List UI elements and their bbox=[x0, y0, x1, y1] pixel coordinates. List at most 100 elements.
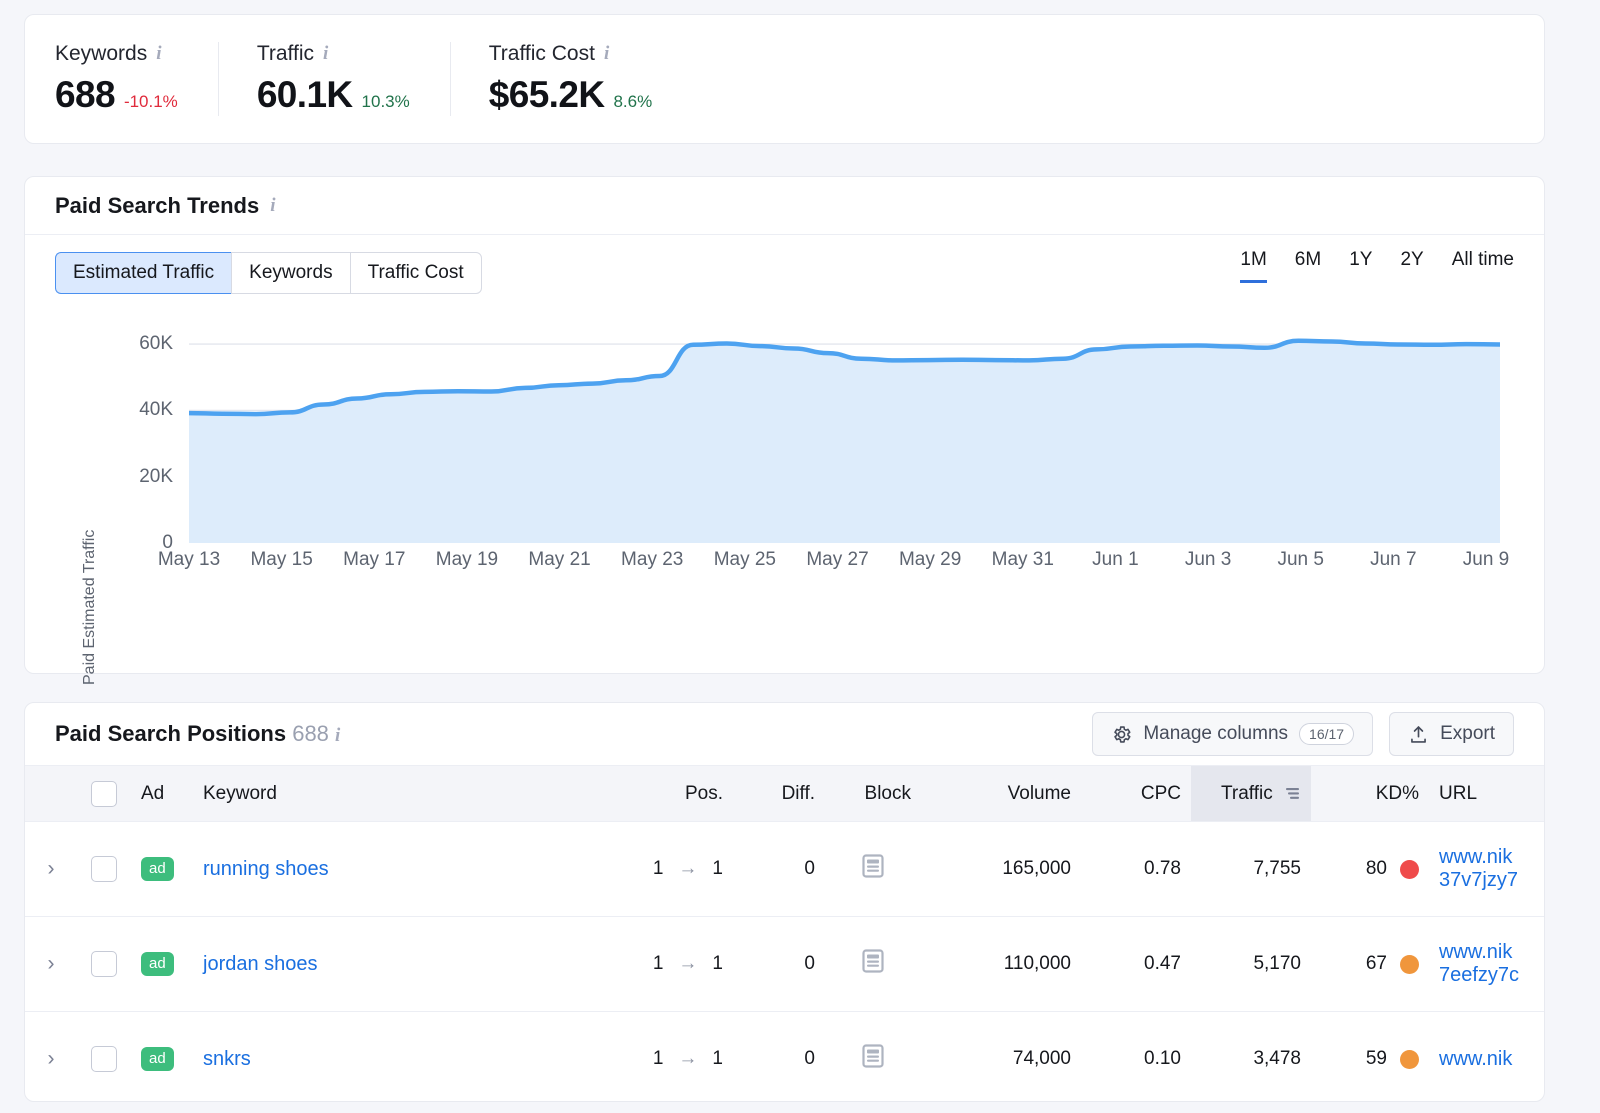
x-tick-label: May 19 bbox=[436, 549, 498, 571]
keyword-link[interactable]: snkrs bbox=[203, 1048, 251, 1070]
row-checkbox[interactable] bbox=[91, 1046, 117, 1072]
table-header: Ad Keyword Pos. Diff. Block Volume CPC T… bbox=[25, 766, 1545, 822]
row-cpc-cell: 0.78 bbox=[1081, 822, 1191, 917]
row-block-cell[interactable] bbox=[825, 822, 921, 917]
select-all-checkbox[interactable] bbox=[91, 781, 117, 807]
range-1m[interactable]: 1M bbox=[1240, 249, 1266, 283]
x-axis-ticks: May 13May 15May 17May 19May 21May 23May … bbox=[115, 549, 1532, 579]
th-volume[interactable]: Volume bbox=[921, 766, 1081, 822]
paid-search-positions-card: Paid Search Positions 688 i Manage colum… bbox=[24, 702, 1545, 1102]
kd-value: 80 bbox=[1366, 858, 1387, 880]
url-link-continued[interactable]: 7eefzy7c bbox=[1439, 964, 1539, 987]
sort-descending-icon bbox=[1284, 787, 1301, 800]
url-link[interactable]: www.nik bbox=[1439, 941, 1539, 964]
ad-copy-icon[interactable] bbox=[860, 948, 886, 974]
range-all-time[interactable]: All time bbox=[1452, 249, 1514, 283]
th-diff[interactable]: Diff. bbox=[733, 766, 825, 822]
row-volume-cell: 74,000 bbox=[921, 1012, 1081, 1103]
y-axis-ticks: 020K40K60K bbox=[103, 311, 173, 671]
ad-copy-icon[interactable] bbox=[860, 1043, 886, 1069]
row-keyword-cell: running shoes bbox=[193, 822, 613, 917]
row-traffic-cell: 3,478 bbox=[1191, 1012, 1311, 1103]
row-checkbox[interactable] bbox=[91, 951, 117, 977]
row-select-cell[interactable] bbox=[77, 917, 131, 1012]
chevron-right-icon[interactable]: › bbox=[48, 1048, 55, 1069]
kd-value-wrap: 80 bbox=[1321, 858, 1419, 880]
manage-columns-button[interactable]: Manage columns 16/17 bbox=[1092, 712, 1373, 756]
position-to: 1 bbox=[712, 953, 723, 975]
kd-value: 67 bbox=[1366, 953, 1387, 975]
segment-estimated-traffic[interactable]: Estimated Traffic bbox=[55, 252, 231, 294]
th-ad[interactable]: Ad bbox=[131, 766, 193, 822]
metric-traffic-label-row: Traffic i bbox=[257, 42, 410, 66]
position-to: 1 bbox=[712, 858, 723, 880]
url-link[interactable]: www.nik bbox=[1439, 846, 1539, 869]
arrow-right-icon: → bbox=[678, 953, 697, 975]
info-icon[interactable]: i bbox=[604, 43, 609, 65]
metric-keywords: Keywords i 688 -10.1% bbox=[55, 42, 218, 116]
url-link[interactable]: www.nik bbox=[1439, 1048, 1539, 1071]
row-expand-cell[interactable]: › bbox=[25, 822, 77, 917]
x-tick-label: May 25 bbox=[714, 549, 776, 571]
row-block-cell[interactable] bbox=[825, 917, 921, 1012]
range-6m[interactable]: 6M bbox=[1295, 249, 1321, 283]
chevron-right-icon[interactable]: › bbox=[48, 953, 55, 974]
th-kd[interactable]: KD% bbox=[1311, 766, 1429, 822]
segment-traffic-cost[interactable]: Traffic Cost bbox=[350, 252, 482, 294]
th-url[interactable]: URL bbox=[1429, 766, 1545, 822]
kd-difficulty-dot bbox=[1400, 860, 1419, 879]
y-axis-title: Paid Estimated Traffic bbox=[81, 530, 99, 685]
row-expand-cell[interactable]: › bbox=[25, 1012, 77, 1103]
metric-traffic-value: 60.1K bbox=[257, 74, 353, 116]
y-tick-label: 20K bbox=[103, 466, 173, 488]
info-icon[interactable]: i bbox=[335, 725, 340, 746]
metric-traffic-cost: Traffic Cost i $65.2K 8.6% bbox=[450, 42, 692, 116]
row-select-cell[interactable] bbox=[77, 822, 131, 917]
range-2y[interactable]: 2Y bbox=[1400, 249, 1423, 283]
row-checkbox[interactable] bbox=[91, 856, 117, 882]
x-tick-label: May 17 bbox=[343, 549, 405, 571]
table-row[interactable]: › ad running shoes 1 → 1 0 165, bbox=[25, 822, 1545, 917]
ad-copy-icon[interactable] bbox=[860, 853, 886, 879]
area-chart-svg bbox=[189, 311, 1500, 543]
keyword-link[interactable]: jordan shoes bbox=[203, 953, 318, 975]
kd-difficulty-dot bbox=[1400, 955, 1419, 974]
metric-traffic-cost-value: $65.2K bbox=[489, 74, 605, 116]
url-link-continued[interactable]: 37v7jzy7 bbox=[1439, 869, 1539, 892]
manage-columns-label: Manage columns bbox=[1143, 723, 1288, 745]
x-tick-label: May 27 bbox=[806, 549, 868, 571]
info-icon[interactable]: i bbox=[323, 43, 328, 65]
range-1y[interactable]: 1Y bbox=[1349, 249, 1372, 283]
th-keyword[interactable]: Keyword bbox=[193, 766, 613, 822]
th-cpc[interactable]: CPC bbox=[1081, 766, 1191, 822]
x-tick-label: Jun 5 bbox=[1277, 549, 1323, 571]
metric-keywords-delta: -10.1% bbox=[124, 92, 178, 112]
position-from: 1 bbox=[653, 953, 664, 975]
chevron-right-icon[interactable]: › bbox=[48, 858, 55, 879]
x-tick-label: May 29 bbox=[899, 549, 961, 571]
keyword-link[interactable]: running shoes bbox=[203, 858, 329, 880]
table-row[interactable]: › ad jordan shoes 1 → 1 0 110,0 bbox=[25, 917, 1545, 1012]
info-icon[interactable]: i bbox=[270, 195, 275, 217]
positions-title: Paid Search Positions bbox=[55, 721, 286, 746]
row-select-cell[interactable] bbox=[77, 1012, 131, 1103]
th-traffic[interactable]: Traffic bbox=[1191, 766, 1311, 822]
th-pos[interactable]: Pos. bbox=[613, 766, 733, 822]
th-expand bbox=[25, 766, 77, 822]
metric-traffic-label: Traffic bbox=[257, 42, 314, 66]
x-tick-label: Jun 7 bbox=[1370, 549, 1416, 571]
row-diff-cell: 0 bbox=[733, 822, 825, 917]
x-tick-label: May 21 bbox=[528, 549, 590, 571]
row-expand-cell[interactable]: › bbox=[25, 917, 77, 1012]
info-icon[interactable]: i bbox=[156, 43, 161, 65]
segment-keywords[interactable]: Keywords bbox=[231, 252, 349, 294]
th-select-all[interactable] bbox=[77, 766, 131, 822]
positions-table: Ad Keyword Pos. Diff. Block Volume CPC T… bbox=[25, 765, 1545, 1102]
row-block-cell[interactable] bbox=[825, 1012, 921, 1103]
table-row[interactable]: › ad snkrs 1 → 1 0 74,000 bbox=[25, 1012, 1545, 1103]
table-header-row: Ad Keyword Pos. Diff. Block Volume CPC T… bbox=[25, 766, 1545, 822]
export-button[interactable]: Export bbox=[1389, 712, 1514, 756]
kd-difficulty-dot bbox=[1400, 1050, 1419, 1069]
row-cpc-cell: 0.10 bbox=[1081, 1012, 1191, 1103]
th-block[interactable]: Block bbox=[825, 766, 921, 822]
